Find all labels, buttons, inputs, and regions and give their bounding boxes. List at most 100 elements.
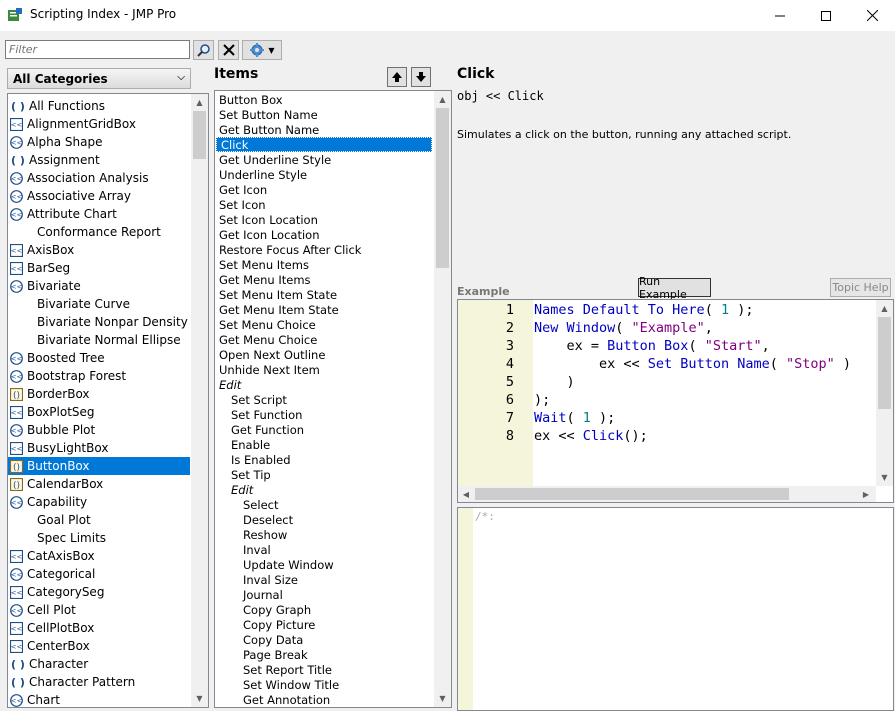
category-item[interactable]: () CalendarBox bbox=[8, 475, 190, 493]
items-list-item[interactable]: Set Button Name bbox=[215, 107, 433, 122]
items-list-item[interactable]: Set Icon Location bbox=[215, 212, 433, 227]
category-item[interactable]: Bivariate Normal Ellipse bbox=[8, 331, 190, 349]
category-item[interactable]: << Capability bbox=[8, 493, 190, 511]
items-list-item[interactable]: Inval Size bbox=[215, 572, 433, 587]
filter-input[interactable] bbox=[5, 40, 190, 59]
items-list-item[interactable]: Unhide Next Item bbox=[215, 362, 433, 377]
category-item[interactable]: Goal Plot bbox=[8, 511, 190, 529]
category-item[interactable]: << BoxPlotSeg bbox=[8, 403, 190, 421]
scroll-down-icon[interactable]: ▼ bbox=[191, 690, 208, 707]
example-code-editor[interactable]: 1 2 3 4 5 6 7 8 Names Default To Here( 1 ); New… bbox=[457, 299, 894, 503]
category-item[interactable]: << Cell Plot bbox=[8, 601, 190, 619]
items-list-item[interactable]: Underline Style bbox=[215, 167, 433, 182]
run-example-button[interactable]: Run Example bbox=[638, 275, 711, 301]
scroll-thumb[interactable] bbox=[475, 488, 789, 500]
output-log[interactable]: /*: bbox=[457, 507, 894, 711]
scroll-left-icon[interactable]: ◀ bbox=[458, 486, 474, 502]
items-list-item[interactable]: Copy Picture bbox=[215, 617, 433, 632]
category-item[interactable]: << Categorical bbox=[8, 565, 190, 583]
category-item[interactable]: Bivariate Curve bbox=[8, 295, 190, 313]
topic-help-button[interactable]: Topic Help bbox=[830, 278, 891, 297]
scroll-right-icon[interactable]: ▶ bbox=[858, 486, 874, 502]
category-item[interactable]: << Association Analysis bbox=[8, 169, 190, 187]
items-list[interactable]: ▲ ▼ Button Box Set Button Name Get Button … bbox=[214, 90, 452, 708]
items-list-item[interactable]: Button Box bbox=[215, 92, 433, 107]
items-list-item[interactable]: Get Menu Item State bbox=[215, 302, 433, 317]
items-list-item[interactable]: Deselect bbox=[215, 512, 433, 527]
category-item[interactable]: << Bivariate bbox=[8, 277, 190, 295]
options-menu-button[interactable]: ▼ bbox=[242, 40, 282, 60]
items-list-item[interactable]: Set Tip bbox=[215, 467, 433, 482]
items-list-item[interactable]: Set Menu Items bbox=[215, 257, 433, 272]
category-item[interactable]: ( ) Assignment bbox=[8, 151, 190, 169]
search-button[interactable] bbox=[193, 40, 214, 60]
scroll-down-icon[interactable]: ▼ bbox=[876, 469, 893, 486]
items-group-header[interactable]: Edit bbox=[215, 482, 433, 497]
scroll-thumb[interactable] bbox=[193, 111, 206, 159]
category-list-scrollbar[interactable]: ▲ ▼ bbox=[191, 94, 208, 707]
items-list-item[interactable]: Restore Focus After Click bbox=[215, 242, 433, 257]
items-list-item[interactable]: Set Script bbox=[215, 392, 433, 407]
items-list-item[interactable]: Get Annotation bbox=[215, 692, 433, 707]
items-list-item[interactable]: Set Menu Choice bbox=[215, 317, 433, 332]
category-item[interactable]: () ButtonBox bbox=[8, 457, 190, 475]
items-list-item[interactable]: Open Next Outline bbox=[215, 347, 433, 362]
items-list-item[interactable]: Copy Data bbox=[215, 632, 433, 647]
items-list-item[interactable]: Inval bbox=[215, 542, 433, 557]
items-list-item[interactable]: Get Icon bbox=[215, 182, 433, 197]
items-list-item[interactable]: Set Window Title bbox=[215, 677, 433, 692]
items-list-item[interactable]: Is Enabled bbox=[215, 452, 433, 467]
items-list-item[interactable]: Set Report Title bbox=[215, 662, 433, 677]
items-list-item[interactable]: Get Menu Choice bbox=[215, 332, 433, 347]
items-list-item[interactable]: Set Function bbox=[215, 407, 433, 422]
scroll-up-icon[interactable]: ▲ bbox=[191, 94, 208, 111]
category-item[interactable]: Spec Limits bbox=[8, 529, 190, 547]
category-item[interactable]: << AlignmentGridBox bbox=[8, 115, 190, 133]
items-list-item[interactable]: Click bbox=[216, 137, 432, 152]
items-list-item[interactable]: Set Menu Item State bbox=[215, 287, 433, 302]
items-list-item[interactable]: Select bbox=[215, 497, 433, 512]
clear-filter-button[interactable] bbox=[218, 40, 239, 60]
minimize-button[interactable] bbox=[757, 0, 803, 31]
category-item[interactable]: << BusyLightBox bbox=[8, 439, 190, 457]
scroll-thumb[interactable] bbox=[878, 317, 891, 409]
items-list-item[interactable]: Get Function bbox=[215, 422, 433, 437]
category-item[interactable]: << Attribute Chart bbox=[8, 205, 190, 223]
items-list-item[interactable]: Reshow bbox=[215, 527, 433, 542]
category-item[interactable]: ( ) Character bbox=[8, 655, 190, 673]
items-list-item[interactable]: Page Break bbox=[215, 647, 433, 662]
code-horizontal-scrollbar[interactable]: ◀ ▶ bbox=[458, 486, 876, 502]
items-list-item[interactable]: Enable bbox=[215, 437, 433, 452]
scroll-up-icon[interactable]: ▲ bbox=[434, 91, 451, 108]
category-item[interactable]: << CenterBox bbox=[8, 637, 190, 655]
items-list-item[interactable]: Get Icon Location bbox=[215, 227, 433, 242]
category-item[interactable]: << Alpha Shape bbox=[8, 133, 190, 151]
items-list-item[interactable]: Update Window bbox=[215, 557, 433, 572]
move-down-button[interactable] bbox=[411, 67, 431, 87]
items-list-scrollbar[interactable]: ▲ ▼ bbox=[434, 91, 451, 707]
category-item[interactable]: () BorderBox bbox=[8, 385, 190, 403]
items-list-item[interactable]: Copy Graph bbox=[215, 602, 433, 617]
items-list-item[interactable]: Journal bbox=[215, 587, 433, 602]
category-item[interactable]: << AxisBox bbox=[8, 241, 190, 259]
items-list-item[interactable]: Get Underline Style bbox=[215, 152, 433, 167]
category-item[interactable]: << Associative Array bbox=[8, 187, 190, 205]
items-list-item[interactable]: Get Menu Items bbox=[215, 272, 433, 287]
category-item[interactable]: << CatAxisBox bbox=[8, 547, 190, 565]
move-up-button[interactable] bbox=[387, 67, 407, 87]
items-list-item[interactable]: Get Button Name bbox=[215, 122, 433, 137]
category-item[interactable]: ( ) All Functions bbox=[8, 97, 190, 115]
category-item[interactable]: ( ) Character Pattern bbox=[8, 673, 190, 691]
scroll-up-icon[interactable]: ▲ bbox=[876, 300, 893, 317]
category-item[interactable]: << Boosted Tree bbox=[8, 349, 190, 367]
items-list-item[interactable]: Set Icon bbox=[215, 197, 433, 212]
category-item[interactable]: << CellPlotBox bbox=[8, 619, 190, 637]
category-item[interactable]: << Chart bbox=[8, 691, 190, 707]
category-select[interactable]: All Categories ⌵ bbox=[7, 68, 191, 89]
maximize-button[interactable] bbox=[803, 0, 849, 31]
scroll-down-icon[interactable]: ▼ bbox=[434, 690, 451, 707]
items-group-header[interactable]: Edit bbox=[215, 377, 433, 392]
category-item[interactable]: << Bubble Plot bbox=[8, 421, 190, 439]
category-item[interactable]: Conformance Report bbox=[8, 223, 190, 241]
close-window-button[interactable] bbox=[849, 0, 895, 31]
